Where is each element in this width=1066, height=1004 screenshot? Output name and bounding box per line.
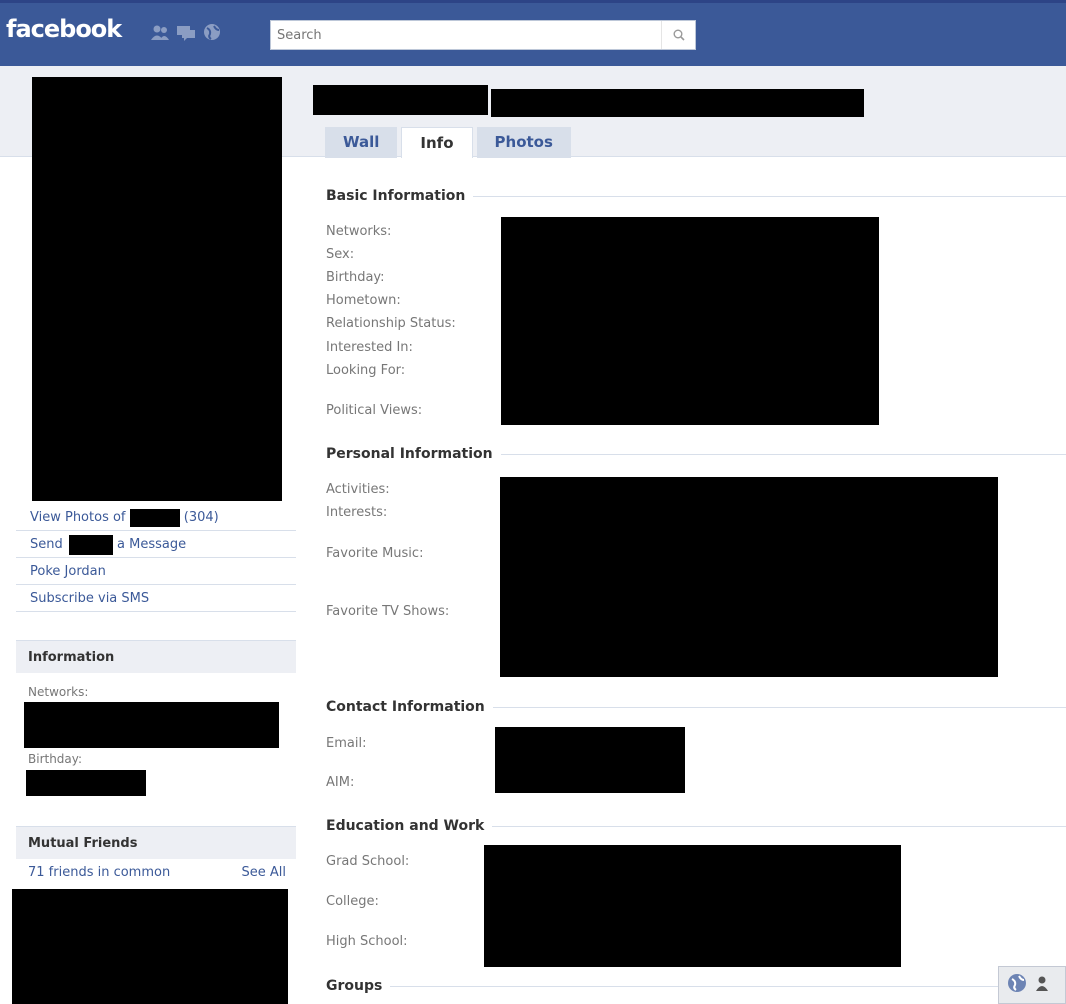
contact-information-title: Contact Information: [326, 699, 1066, 715]
networks-label: Networks:: [28, 685, 89, 699]
interests-label: Interests:: [326, 505, 388, 520]
see-all-link[interactable]: See All: [242, 865, 287, 880]
tab-photos[interactable]: Photos: [476, 127, 571, 158]
groups-section: Groups: [326, 978, 998, 994]
profile-name-redacted: [313, 85, 488, 115]
notifications-globe-icon[interactable]: [1007, 973, 1027, 997]
sex-label: Sex:: [326, 247, 355, 262]
personal-information-title: Personal Information: [326, 446, 1066, 462]
contact-information-section: Contact Information: [326, 699, 1066, 715]
search-button[interactable]: [661, 21, 695, 49]
political-views-label: Political Views:: [326, 403, 423, 418]
mutual-friends-subheader: 71 friends in common See All: [16, 859, 296, 886]
magnifier-icon: [673, 29, 685, 41]
profile-status-redacted: [491, 89, 864, 117]
friend-requests-icon[interactable]: [150, 23, 170, 41]
tab-info[interactable]: Info: [401, 127, 473, 158]
relationship-status-label: Relationship Status:: [326, 316, 456, 331]
facebook-logo[interactable]: facebook: [6, 15, 122, 43]
basic-information-title: Basic Information: [326, 188, 1066, 204]
groups-title: Groups: [326, 978, 998, 994]
profile-actions: View Photos of (304) Send a Message Poke…: [16, 504, 296, 612]
networks-label: Networks:: [326, 224, 392, 239]
mutual-friends-title: Mutual Friends: [16, 826, 296, 859]
college-label: College:: [326, 894, 379, 909]
subscribe-sms-link[interactable]: Subscribe via SMS: [16, 585, 296, 612]
profile-picture[interactable]: [32, 77, 282, 501]
poke-link[interactable]: Poke Jordan: [16, 558, 296, 585]
interested-in-label: Interested In:: [326, 340, 413, 355]
basic-information-section: Basic Information: [326, 188, 1066, 204]
profile-tabs: Wall Info Photos: [325, 127, 575, 158]
aim-label: AIM:: [326, 775, 355, 790]
basic-info-values-redacted: [501, 217, 879, 425]
mutual-friends-photos-redacted[interactable]: [12, 889, 288, 1004]
online-friends-icon[interactable]: [1035, 973, 1055, 997]
personal-info-values-redacted: [500, 477, 998, 677]
personal-information-section: Personal Information: [326, 446, 1066, 462]
activities-label: Activities:: [326, 482, 390, 497]
messages-icon[interactable]: [176, 23, 196, 41]
notifications-globe-icon[interactable]: [202, 23, 222, 41]
birthday-label: Birthday:: [326, 270, 385, 285]
birthday-label: Birthday:: [28, 752, 83, 766]
email-label: Email:: [326, 736, 367, 751]
education-values-redacted: [484, 845, 901, 967]
mutual-friends-box: Mutual Friends 71 friends in common See …: [16, 826, 296, 886]
redacted-name: [129, 508, 180, 527]
tab-wall[interactable]: Wall: [325, 127, 398, 158]
chat-bar: [998, 966, 1066, 1004]
search-input[interactable]: [271, 21, 661, 49]
looking-for-label: Looking For:: [326, 363, 406, 378]
birthday-value-redacted: [26, 770, 146, 796]
information-box: Information Networks: Birthday:: [16, 640, 296, 796]
networks-value-redacted: [24, 702, 279, 748]
hometown-label: Hometown:: [326, 293, 401, 308]
top-navigation-bar: facebook: [0, 0, 1066, 66]
contact-values-redacted: [495, 727, 685, 793]
view-photos-link[interactable]: View Photos of (304): [16, 504, 296, 531]
grad-school-label: Grad School:: [326, 854, 410, 869]
high-school-label: High School:: [326, 934, 408, 949]
mutual-friends-count-link[interactable]: 71 friends in common: [28, 865, 170, 880]
send-message-link[interactable]: Send a Message: [16, 531, 296, 558]
education-title: Education and Work: [326, 818, 1066, 834]
education-section: Education and Work: [326, 818, 1066, 834]
redacted-name: [68, 534, 113, 555]
favorite-music-label: Favorite Music:: [326, 546, 424, 561]
nav-icons: [150, 23, 222, 41]
favorite-tv-shows-label: Favorite TV Shows:: [326, 604, 450, 619]
information-box-title: Information: [16, 640, 296, 673]
search-box: [270, 20, 696, 50]
